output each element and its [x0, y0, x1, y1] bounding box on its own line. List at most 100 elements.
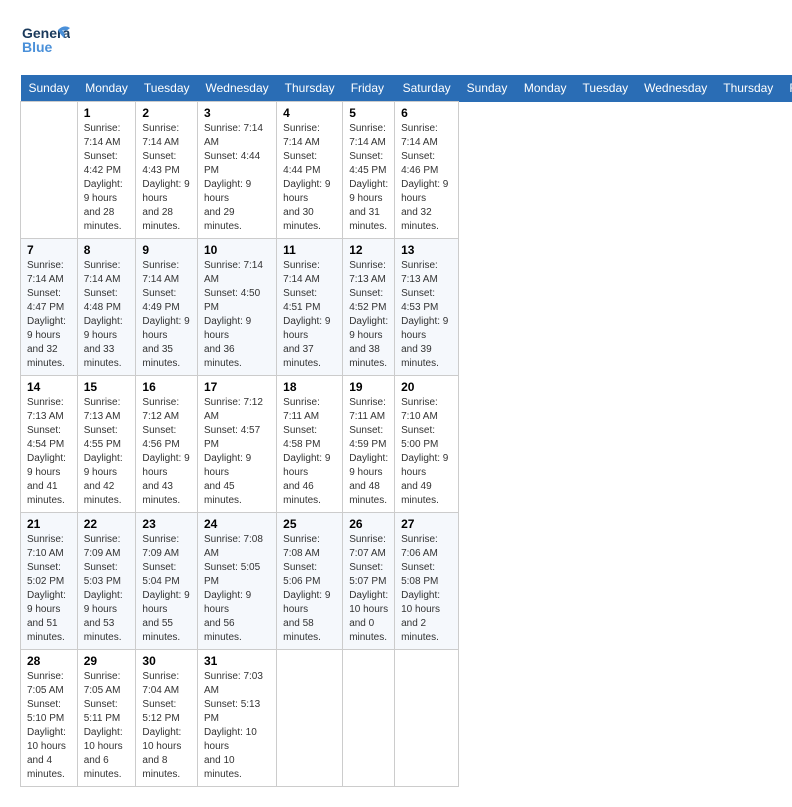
calendar-cell	[21, 102, 78, 239]
calendar-cell: 18Sunrise: 7:11 AM Sunset: 4:58 PM Dayli…	[277, 376, 343, 513]
day-number: 28	[27, 654, 71, 668]
day-info: Sunrise: 7:07 AM Sunset: 5:07 PM Dayligh…	[349, 533, 388, 645]
calendar-cell: 27 Sunrise: 7:06 AM Sunset: 5:08 PM Dayli…	[395, 513, 459, 650]
calendar-cell: 14Sunrise: 7:13 AM Sunset: 4:54 PM Dayli…	[21, 376, 78, 513]
logo: General Blue	[20, 20, 70, 65]
day-header-thursday: Thursday	[277, 75, 343, 102]
calendar-cell: 3 Sunrise: 7:14 AM Sunset: 4:44 PM Daylig…	[198, 102, 277, 239]
calendar-cell: 21 Sunrise: 7:10 AM Sunset: 5:02 PM Dayli…	[21, 513, 78, 650]
day-number: 23	[142, 517, 191, 531]
calendar-cell: 2Sunrise: 7:14 AM Sunset: 4:43 PM Daylig…	[136, 102, 198, 239]
calendar-header-row: SundayMondayTuesdayWednesdayThursdayFrid…	[21, 75, 792, 102]
calendar-cell: 15Sunrise: 7:13 AM Sunset: 4:55 PM Dayli…	[77, 376, 136, 513]
calendar-cell: 13 Sunrise: 7:13 AM Sunset: 4:53 PM Dayli…	[395, 239, 459, 376]
day-info: Sunrise: 7:13 AM Sunset: 4:55 PM Dayligh…	[84, 396, 130, 508]
day-number: 16	[142, 380, 191, 394]
calendar-cell: 7Sunrise: 7:14 AM Sunset: 4:47 PM Daylig…	[21, 239, 78, 376]
day-number: 22	[84, 517, 130, 531]
day-info: Sunrise: 7:03 AM Sunset: 5:13 PM Dayligh…	[204, 670, 270, 782]
day-number: 27	[401, 517, 452, 531]
calendar-cell: 16 Sunrise: 7:12 AM Sunset: 4:56 PM Dayli…	[136, 376, 198, 513]
calendar-week-1: 1 Sunrise: 7:14 AM Sunset: 4:42 PM Daylig…	[21, 102, 792, 239]
day-header-monday: Monday	[516, 75, 575, 102]
calendar-cell: 28 Sunrise: 7:05 AM Sunset: 5:10 PM Dayli…	[21, 650, 78, 787]
calendar-cell: 29 Sunrise: 7:05 AM Sunset: 5:11 PM Dayli…	[77, 650, 136, 787]
day-header-sunday: Sunday	[459, 75, 516, 102]
page-header: General Blue	[20, 20, 772, 65]
day-info: Sunrise: 7:13 AM Sunset: 4:54 PM Dayligh…	[27, 396, 71, 508]
day-number: 29	[84, 654, 130, 668]
day-info: Sunrise: 7:08 AM Sunset: 5:05 PM Dayligh…	[204, 533, 270, 645]
day-header-saturday: Saturday	[395, 75, 459, 102]
calendar-cell	[343, 650, 395, 787]
day-info: Sunrise: 7:04 AM Sunset: 5:12 PM Dayligh…	[142, 670, 191, 782]
calendar-cell: 23 Sunrise: 7:09 AM Sunset: 5:04 PM Dayli…	[136, 513, 198, 650]
calendar-cell: 20 Sunrise: 7:10 AM Sunset: 5:00 PM Dayli…	[395, 376, 459, 513]
day-info: Sunrise: 7:05 AM Sunset: 5:11 PM Dayligh…	[84, 670, 130, 782]
day-number: 3	[204, 106, 270, 120]
day-number: 25	[283, 517, 336, 531]
day-info: Sunrise: 7:09 AM Sunset: 5:03 PM Dayligh…	[84, 533, 130, 645]
day-info: Sunrise: 7:14 AM Sunset: 4:44 PM Dayligh…	[283, 122, 336, 234]
calendar-cell: 11 Sunrise: 7:14 AM Sunset: 4:51 PM Dayli…	[277, 239, 343, 376]
calendar-cell: 19 Sunrise: 7:11 AM Sunset: 4:59 PM Dayli…	[343, 376, 395, 513]
day-number: 24	[204, 517, 270, 531]
calendar-cell: 4 Sunrise: 7:14 AM Sunset: 4:44 PM Daylig…	[277, 102, 343, 239]
day-info: Sunrise: 7:12 AM Sunset: 4:56 PM Dayligh…	[142, 396, 191, 508]
day-info: Sunrise: 7:14 AM Sunset: 4:46 PM Dayligh…	[401, 122, 452, 234]
day-number: 6	[401, 106, 452, 120]
calendar-cell: 30Sunrise: 7:04 AM Sunset: 5:12 PM Dayli…	[136, 650, 198, 787]
day-info: Sunrise: 7:10 AM Sunset: 5:00 PM Dayligh…	[401, 396, 452, 508]
day-header-friday: Friday	[343, 75, 395, 102]
day-info: Sunrise: 7:11 AM Sunset: 4:58 PM Dayligh…	[283, 396, 336, 508]
day-info: Sunrise: 7:06 AM Sunset: 5:08 PM Dayligh…	[401, 533, 452, 645]
day-info: Sunrise: 7:08 AM Sunset: 5:06 PM Dayligh…	[283, 533, 336, 645]
day-number: 19	[349, 380, 388, 394]
day-header-tuesday: Tuesday	[136, 75, 198, 102]
calendar-cell: 25 Sunrise: 7:08 AM Sunset: 5:06 PM Dayli…	[277, 513, 343, 650]
day-info: Sunrise: 7:14 AM Sunset: 4:49 PM Dayligh…	[142, 259, 191, 371]
day-info: Sunrise: 7:14 AM Sunset: 4:48 PM Dayligh…	[84, 259, 130, 371]
day-number: 2	[142, 106, 191, 120]
calendar-cell: 6 Sunrise: 7:14 AM Sunset: 4:46 PM Daylig…	[395, 102, 459, 239]
day-info: Sunrise: 7:14 AM Sunset: 4:51 PM Dayligh…	[283, 259, 336, 371]
calendar-cell: 24 Sunrise: 7:08 AM Sunset: 5:05 PM Dayli…	[198, 513, 277, 650]
day-number: 13	[401, 243, 452, 257]
day-info: Sunrise: 7:10 AM Sunset: 5:02 PM Dayligh…	[27, 533, 71, 645]
day-header-wednesday: Wednesday	[636, 75, 715, 102]
day-info: Sunrise: 7:14 AM Sunset: 4:44 PM Dayligh…	[204, 122, 270, 234]
calendar-cell: 31Sunrise: 7:03 AM Sunset: 5:13 PM Dayli…	[198, 650, 277, 787]
calendar-cell: 26 Sunrise: 7:07 AM Sunset: 5:07 PM Dayli…	[343, 513, 395, 650]
day-number: 11	[283, 243, 336, 257]
day-header-thursday: Thursday	[715, 75, 781, 102]
day-number: 21	[27, 517, 71, 531]
day-number: 17	[204, 380, 270, 394]
day-info: Sunrise: 7:13 AM Sunset: 4:53 PM Dayligh…	[401, 259, 452, 371]
calendar-cell: 5Sunrise: 7:14 AM Sunset: 4:45 PM Daylig…	[343, 102, 395, 239]
day-number: 10	[204, 243, 270, 257]
day-info: Sunrise: 7:09 AM Sunset: 5:04 PM Dayligh…	[142, 533, 191, 645]
day-number: 12	[349, 243, 388, 257]
day-number: 26	[349, 517, 388, 531]
day-number: 4	[283, 106, 336, 120]
calendar-cell: 1 Sunrise: 7:14 AM Sunset: 4:42 PM Daylig…	[77, 102, 136, 239]
calendar-week-4: 21 Sunrise: 7:10 AM Sunset: 5:02 PM Dayli…	[21, 513, 792, 650]
calendar-week-2: 7Sunrise: 7:14 AM Sunset: 4:47 PM Daylig…	[21, 239, 792, 376]
day-info: Sunrise: 7:14 AM Sunset: 4:50 PM Dayligh…	[204, 259, 270, 371]
calendar-cell: 12Sunrise: 7:13 AM Sunset: 4:52 PM Dayli…	[343, 239, 395, 376]
day-number: 8	[84, 243, 130, 257]
day-info: Sunrise: 7:11 AM Sunset: 4:59 PM Dayligh…	[349, 396, 388, 508]
svg-text:Blue: Blue	[22, 39, 53, 55]
day-number: 20	[401, 380, 452, 394]
calendar-week-5: 28 Sunrise: 7:05 AM Sunset: 5:10 PM Dayli…	[21, 650, 792, 787]
calendar-cell: 8 Sunrise: 7:14 AM Sunset: 4:48 PM Daylig…	[77, 239, 136, 376]
day-number: 1	[84, 106, 130, 120]
day-header-monday: Monday	[77, 75, 136, 102]
day-info: Sunrise: 7:14 AM Sunset: 4:42 PM Dayligh…	[84, 122, 130, 234]
calendar-cell	[277, 650, 343, 787]
logo-icon: General Blue	[20, 20, 70, 60]
day-info: Sunrise: 7:12 AM Sunset: 4:57 PM Dayligh…	[204, 396, 270, 508]
day-header-sunday: Sunday	[21, 75, 78, 102]
day-number: 5	[349, 106, 388, 120]
day-info: Sunrise: 7:05 AM Sunset: 5:10 PM Dayligh…	[27, 670, 71, 782]
